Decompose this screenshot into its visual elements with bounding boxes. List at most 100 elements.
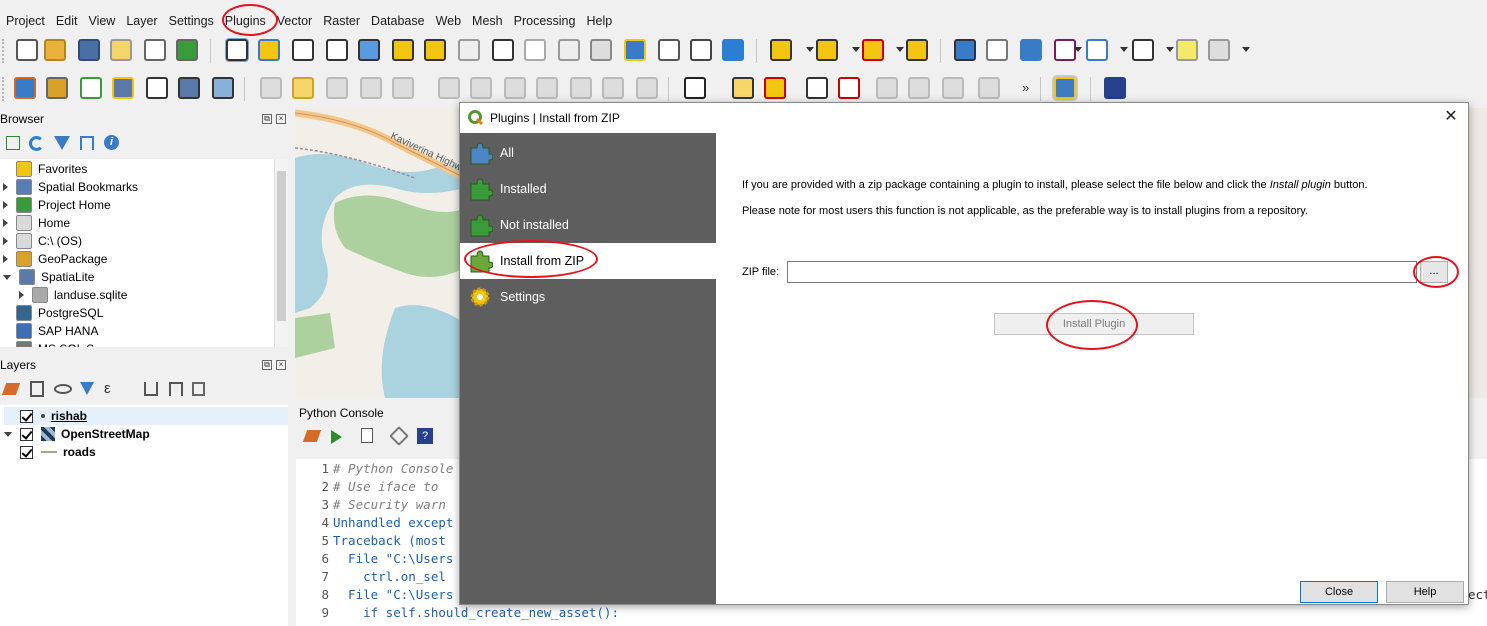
style-manager-icon[interactable] bbox=[176, 39, 198, 61]
layer-item[interactable]: OpenStreetMap bbox=[4, 425, 288, 443]
new-map-view-icon[interactable] bbox=[558, 39, 580, 61]
dropdown-arrow-icon[interactable] bbox=[1120, 47, 1128, 52]
collapsed-arrow-icon[interactable] bbox=[3, 183, 8, 191]
browser-item[interactable]: Favorites bbox=[3, 160, 87, 178]
gps-icon[interactable] bbox=[1208, 39, 1230, 61]
expand-all-icon[interactable] bbox=[144, 382, 158, 396]
menu-plugins[interactable]: Plugins bbox=[219, 14, 271, 28]
dialog-close-icon[interactable]: ✕ bbox=[1442, 108, 1460, 126]
data-source-manager-icon[interactable] bbox=[14, 77, 36, 99]
info-icon[interactable]: i bbox=[104, 135, 119, 150]
toolbar-handle[interactable] bbox=[2, 77, 5, 101]
dropdown-arrow-icon[interactable] bbox=[1074, 47, 1082, 52]
help-button[interactable]: Help bbox=[1386, 581, 1464, 603]
menu-mesh[interactable]: Mesh bbox=[466, 14, 508, 28]
dropdown-arrow-icon[interactable] bbox=[1166, 47, 1174, 52]
dropdown-arrow-icon[interactable] bbox=[806, 47, 814, 52]
redo-icon[interactable] bbox=[636, 77, 658, 99]
select-by-value-icon[interactable] bbox=[816, 39, 838, 61]
layer-visibility-checkbox[interactable] bbox=[20, 427, 33, 441]
refresh-icon[interactable] bbox=[29, 136, 44, 151]
rotate-label-icon[interactable] bbox=[942, 77, 964, 99]
collapse-all-icon[interactable] bbox=[80, 136, 94, 150]
clear-console-icon[interactable] bbox=[302, 430, 322, 442]
float-panel-icon[interactable]: ⧉ bbox=[262, 114, 272, 124]
collapse-all-icon[interactable] bbox=[169, 382, 183, 396]
zoom-in-icon[interactable] bbox=[292, 39, 314, 61]
map-tips-icon[interactable] bbox=[1176, 39, 1198, 61]
style-manager-icon[interactable] bbox=[1, 383, 21, 395]
browser-item[interactable]: Project Home bbox=[3, 196, 111, 214]
selection-tool-icon[interactable] bbox=[906, 39, 928, 61]
zip-browse-button[interactable]: ... bbox=[1420, 261, 1448, 283]
new-temporary-layer-icon[interactable] bbox=[146, 77, 168, 99]
show-editor-icon[interactable] bbox=[361, 428, 373, 443]
show-hide-labels-icon[interactable] bbox=[876, 77, 898, 99]
remove-layer-icon[interactable] bbox=[192, 382, 205, 396]
map-canvas[interactable]: Kaviverina Highway bbox=[295, 108, 465, 398]
collapsed-arrow-icon[interactable] bbox=[3, 255, 8, 263]
browser-item[interactable]: Spatial Bookmarks bbox=[3, 178, 138, 196]
identify-icon[interactable] bbox=[954, 39, 976, 61]
help-icon[interactable]: ? bbox=[417, 428, 433, 444]
statistics-icon[interactable] bbox=[1054, 39, 1076, 61]
layer-diagram-icon[interactable] bbox=[764, 77, 786, 99]
cut-features-icon[interactable] bbox=[504, 77, 526, 99]
save-project-icon[interactable] bbox=[78, 39, 100, 61]
dropdown-arrow-icon[interactable] bbox=[1242, 47, 1250, 52]
menu-vector[interactable]: Vector bbox=[271, 14, 317, 28]
bookmark-icon[interactable] bbox=[624, 39, 646, 61]
eye-icon[interactable] bbox=[54, 384, 72, 394]
close-panel-icon[interactable]: × bbox=[276, 360, 286, 370]
menu-project[interactable]: Project bbox=[0, 14, 50, 28]
toolbar-overflow-icon[interactable]: » bbox=[1022, 80, 1029, 95]
save-edits-icon[interactable] bbox=[326, 77, 348, 99]
toggle-editing-icon[interactable] bbox=[292, 77, 314, 99]
change-label-icon[interactable] bbox=[978, 77, 1000, 99]
attribute-table-icon[interactable] bbox=[986, 39, 1008, 61]
vertex-tool-icon[interactable] bbox=[392, 77, 414, 99]
new-3d-view-icon[interactable] bbox=[590, 39, 612, 61]
new-project-icon[interactable] bbox=[16, 39, 38, 61]
move-label-icon[interactable] bbox=[908, 77, 930, 99]
expanded-arrow-icon[interactable] bbox=[3, 274, 11, 280]
browser-item[interactable]: Home bbox=[3, 214, 70, 232]
collapsed-arrow-icon[interactable] bbox=[3, 237, 8, 245]
collapsed-arrow-icon[interactable] bbox=[3, 201, 8, 209]
layer-visibility-checkbox[interactable] bbox=[20, 409, 33, 423]
open-table-icon[interactable] bbox=[1086, 39, 1108, 61]
menu-web[interactable]: Web bbox=[430, 14, 466, 28]
menu-database[interactable]: Database bbox=[365, 14, 430, 28]
current-edits-icon[interactable] bbox=[260, 77, 282, 99]
zip-file-input[interactable] bbox=[787, 261, 1417, 283]
zoom-to-selection-icon[interactable] bbox=[392, 39, 414, 61]
browser-item[interactable]: SpatiaLite bbox=[3, 268, 94, 286]
float-panel-icon[interactable]: ⧉ bbox=[262, 360, 272, 370]
refresh-icon[interactable] bbox=[722, 39, 744, 61]
layer-visibility-checkbox[interactable] bbox=[20, 445, 33, 459]
zoom-native-icon[interactable] bbox=[458, 39, 480, 61]
zoom-out-icon[interactable] bbox=[326, 39, 348, 61]
browser-item[interactable]: SAP HANA bbox=[3, 322, 98, 340]
help-icon[interactable] bbox=[1104, 77, 1126, 99]
add-selected-icon[interactable] bbox=[6, 136, 20, 150]
toolbar-handle[interactable] bbox=[2, 39, 5, 63]
menu-edit[interactable]: Edit bbox=[50, 14, 83, 28]
pan-icon[interactable] bbox=[225, 38, 249, 62]
layout-manager-icon[interactable] bbox=[144, 39, 166, 61]
close-panel-icon[interactable]: × bbox=[276, 114, 286, 124]
browser-item[interactable]: PostgreSQL bbox=[3, 304, 103, 322]
sidebar-item-settings[interactable]: Settings bbox=[460, 279, 716, 315]
run-command-icon[interactable] bbox=[331, 430, 342, 444]
sidebar-item-all[interactable]: All bbox=[460, 135, 716, 171]
new-shapefile-layer-icon[interactable] bbox=[80, 77, 102, 99]
menu-processing[interactable]: Processing bbox=[508, 14, 581, 28]
layer-item[interactable]: roads bbox=[4, 443, 288, 461]
undo-icon[interactable] bbox=[602, 77, 624, 99]
modify-attributes-icon[interactable] bbox=[438, 77, 460, 99]
sidebar-item-not-installed[interactable]: Not installed bbox=[460, 207, 716, 243]
layer-item[interactable]: rishab bbox=[4, 407, 288, 425]
browser-item[interactable]: C:\ (OS) bbox=[3, 232, 82, 250]
paste-features-icon[interactable] bbox=[570, 77, 592, 99]
python-console-icon[interactable] bbox=[1052, 75, 1078, 101]
